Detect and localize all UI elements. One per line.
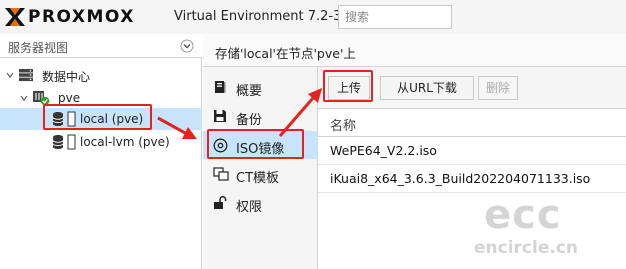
unlock-icon bbox=[214, 196, 227, 209]
nav-item-label: CT模板 bbox=[236, 171, 280, 186]
container-template-icon bbox=[213, 167, 229, 181]
nav-item-label: 概要 bbox=[236, 84, 263, 99]
nav-item-backup[interactable]: 备份 bbox=[203, 102, 318, 130]
nav-item-ct-templates[interactable]: CT模板 bbox=[203, 160, 318, 188]
tree-collapse-icon[interactable] bbox=[19, 93, 29, 103]
file-name: WePE64_V2.2.iso bbox=[330, 143, 437, 158]
tree-item-storage-local-lvm[interactable]: local-lvm (pve) bbox=[0, 131, 202, 153]
tree-item-label: 数据中心 bbox=[42, 70, 91, 84]
table-row[interactable]: WePE64_V2.2.iso bbox=[318, 137, 626, 165]
top-header: PROXMOX Virtual Environment 7.2-3 bbox=[0, 0, 626, 34]
tree-item-label: pve bbox=[58, 91, 81, 105]
highlight-box-local-storage bbox=[43, 104, 152, 130]
delete-button[interactable]: 删除 bbox=[478, 76, 518, 100]
proxmox-x-icon bbox=[5, 8, 25, 26]
tree-item-datacenter[interactable]: 数据中心 bbox=[0, 64, 202, 86]
resource-tree-panel: 服务器视图 数据中心 pve local (pve) local-lvm (pv… bbox=[0, 34, 202, 269]
datacenter-icon bbox=[19, 69, 33, 82]
column-header-label: 名称 bbox=[330, 119, 357, 134]
search-input[interactable] bbox=[338, 5, 452, 29]
version-label: Virtual Environment 7.2-3 bbox=[174, 9, 342, 24]
highlight-box-upload bbox=[323, 70, 373, 102]
tree-collapse-icon[interactable] bbox=[5, 70, 15, 80]
storage-bar-icon bbox=[67, 134, 76, 150]
nav-item-summary[interactable]: 概要 bbox=[203, 73, 318, 101]
logo-text: PROXMOX bbox=[28, 7, 135, 27]
page-title-bar: 存储'local'在节点'pve'上 bbox=[203, 34, 626, 67]
database-icon bbox=[52, 135, 64, 149]
nav-item-permissions[interactable]: 权限 bbox=[203, 189, 318, 217]
tree-item-label: local-lvm (pve) bbox=[80, 135, 170, 149]
proxmox-logo[interactable]: PROXMOX bbox=[4, 5, 135, 29]
file-name: iKuai8_x64_3.6.3_Build202204071133.iso bbox=[330, 171, 591, 186]
table-row[interactable]: iKuai8_x64_3.6.3_Build202204071133.iso bbox=[318, 165, 626, 193]
chevron-down-icon[interactable] bbox=[180, 39, 194, 53]
nav-item-label: 备份 bbox=[236, 113, 263, 128]
download-from-url-button[interactable]: 从URL下载 bbox=[380, 76, 474, 100]
nav-item-label: 权限 bbox=[236, 200, 263, 215]
storage-subnav: 概要 备份 ISO镜像 CT模板 权限 bbox=[203, 67, 318, 269]
view-selector-value: 服务器视图 bbox=[8, 41, 69, 55]
page-title: 存储'local'在节点'pve'上 bbox=[215, 46, 356, 61]
column-header-name[interactable]: 名称 bbox=[318, 109, 626, 137]
floppy-icon bbox=[214, 110, 226, 122]
book-icon bbox=[215, 81, 226, 93]
view-selector[interactable]: 服务器视图 bbox=[0, 34, 202, 58]
highlight-box-iso-nav bbox=[207, 129, 304, 159]
